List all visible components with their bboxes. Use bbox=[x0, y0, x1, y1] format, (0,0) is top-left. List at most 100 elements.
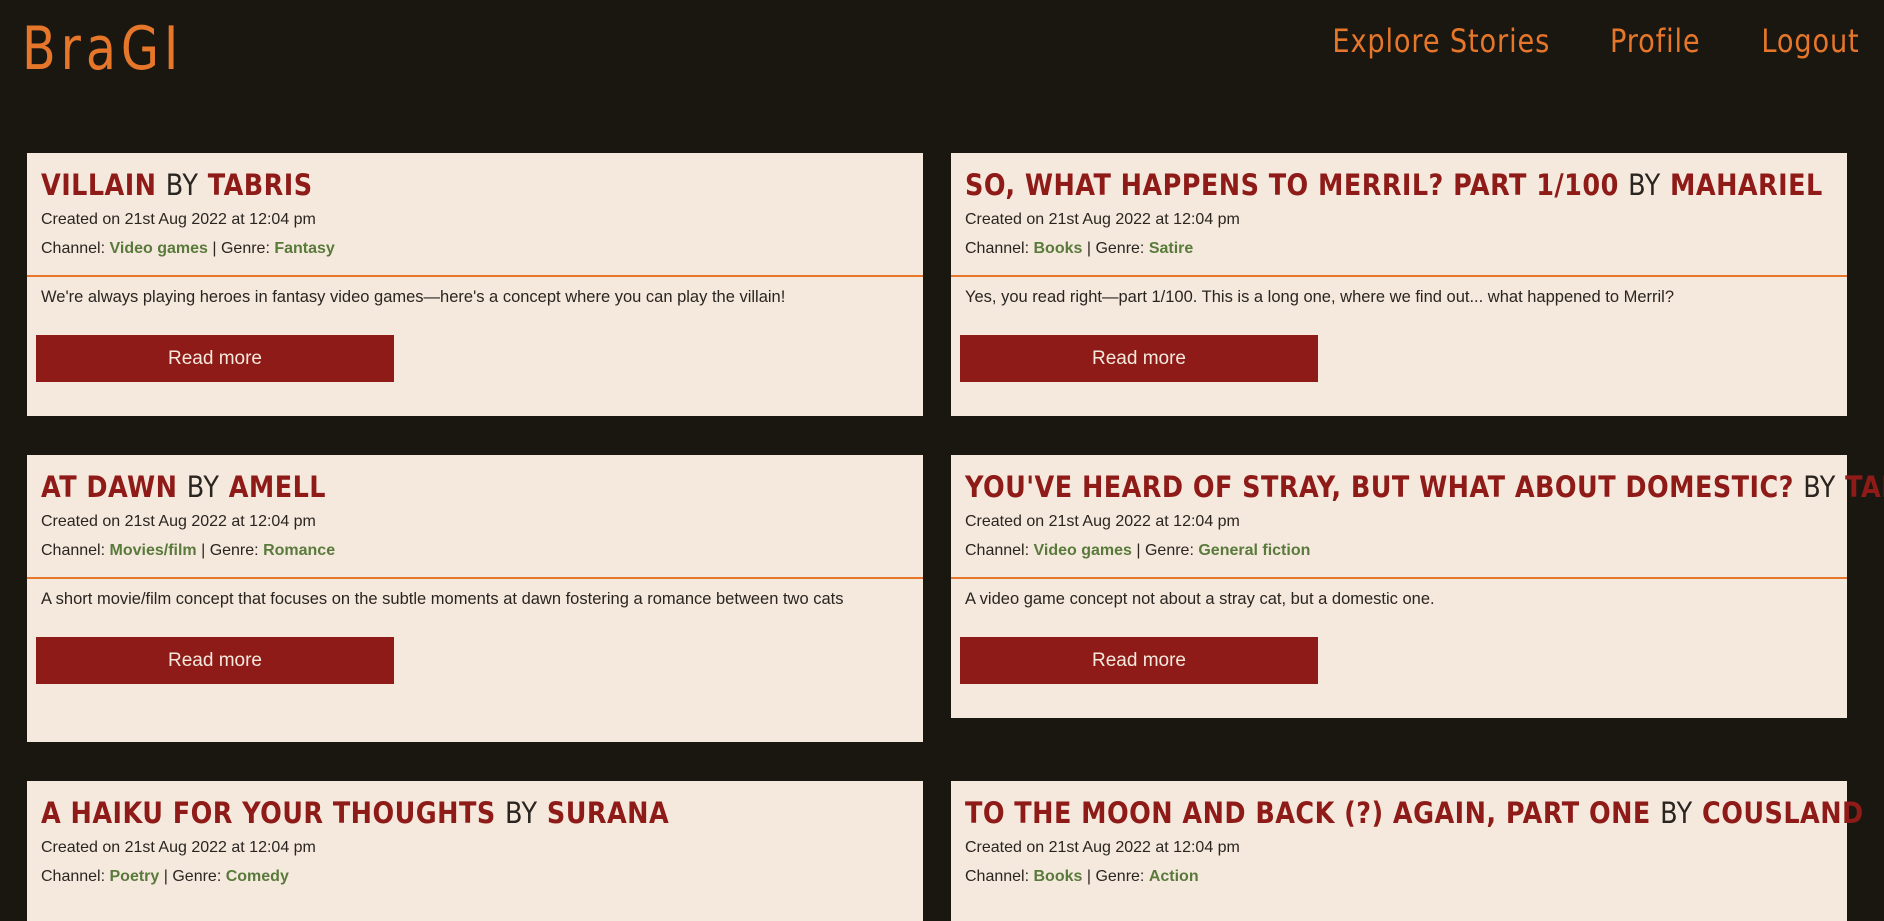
genre-prefix: Genre: bbox=[220, 240, 270, 257]
read-more-button[interactable]: Read more bbox=[36, 637, 394, 684]
channel-prefix: Channel: bbox=[965, 240, 1030, 257]
genre-prefix: Genre: bbox=[1095, 868, 1145, 885]
channel-prefix: Channel: bbox=[41, 868, 106, 885]
story-title-text: AT DAWN bbox=[41, 470, 178, 504]
channel-genre: Channel: Books | Genre: Action bbox=[965, 868, 1199, 885]
story-title-text: VILLAIN bbox=[41, 168, 157, 202]
channel-prefix: Channel: bbox=[965, 868, 1030, 885]
story-card: YOU'VE HEARD OF STRAY, BUT WHAT ABOUT DO… bbox=[951, 455, 1884, 718]
channel-link[interactable]: Books bbox=[1034, 240, 1083, 257]
story-author[interactable]: TABRIS bbox=[208, 168, 313, 202]
channel-genre: Channel: Movies/film | Genre: Romance bbox=[41, 542, 336, 559]
created-value: 21st Aug 2022 at 12:04 pm bbox=[1048, 839, 1240, 856]
story-card-header: AT DAWN BY AMELL Created on 21st Aug 202… bbox=[27, 455, 923, 579]
by-label: BY bbox=[165, 168, 199, 202]
genre-link[interactable]: Fantasy bbox=[274, 240, 334, 257]
story-card-header: A HAIKU FOR YOUR THOUGHTS BY SURANA Crea… bbox=[27, 781, 923, 903]
story-card-header: YOU'VE HEARD OF STRAY, BUT WHAT ABOUT DO… bbox=[951, 455, 1884, 579]
channel-link[interactable]: Movies/film bbox=[110, 542, 197, 559]
story-card-body: Yes, you read right—part 1/100. This is … bbox=[951, 277, 1847, 392]
channel-link[interactable]: Video games bbox=[110, 240, 208, 257]
nav-explore-stories[interactable]: Explore Stories bbox=[1332, 22, 1550, 60]
channel-link[interactable]: Video games bbox=[1034, 542, 1132, 559]
story-card-body: A short movie/film concept that focuses … bbox=[27, 579, 923, 694]
created-date: Created on 21st Aug 2022 at 12:04 pm bbox=[965, 205, 1833, 234]
story-card-body: We're always playing heroes in fantasy v… bbox=[27, 277, 923, 392]
story-title[interactable]: YOU'VE HEARD OF STRAY, BUT WHAT ABOUT DO… bbox=[965, 467, 1884, 507]
channel-genre: Channel: Poetry | Genre: Comedy bbox=[41, 868, 289, 885]
channel-genre: Channel: Books | Genre: Satire bbox=[965, 240, 1194, 257]
story-card-header: VILLAIN BY TABRIS Created on 21st Aug 20… bbox=[27, 153, 923, 277]
created-value: 21st Aug 2022 at 12:04 pm bbox=[124, 513, 316, 530]
created-date: Created on 21st Aug 2022 at 12:04 pm bbox=[41, 833, 909, 862]
genre-prefix: Genre: bbox=[1095, 240, 1145, 257]
story-title[interactable]: VILLAIN BY TABRIS bbox=[41, 165, 805, 205]
story-title-text: YOU'VE HEARD OF STRAY, BUT WHAT ABOUT DO… bbox=[965, 470, 1794, 504]
by-label: BY bbox=[186, 470, 220, 504]
story-description: Yes, you read right—part 1/100. This is … bbox=[965, 288, 1675, 306]
created-prefix: Created on bbox=[965, 513, 1045, 530]
story-card-header: SO, WHAT HAPPENS TO MERRIL? PART 1/100 B… bbox=[951, 153, 1847, 277]
story-description: A video game concept not about a stray c… bbox=[965, 590, 1435, 608]
genre-link[interactable]: Romance bbox=[263, 542, 335, 559]
created-date: Created on 21st Aug 2022 at 12:04 pm bbox=[41, 507, 909, 536]
created-value: 21st Aug 2022 at 12:04 pm bbox=[1048, 513, 1240, 530]
story-title[interactable]: AT DAWN BY AMELL bbox=[41, 467, 805, 507]
story-title[interactable]: SO, WHAT HAPPENS TO MERRIL? PART 1/100 B… bbox=[965, 165, 1822, 205]
by-label: BY bbox=[1628, 168, 1661, 202]
genre-prefix: Genre: bbox=[172, 868, 222, 885]
by-label: BY bbox=[1803, 470, 1836, 504]
by-label: BY bbox=[504, 796, 538, 830]
story-card: SO, WHAT HAPPENS TO MERRIL? PART 1/100 B… bbox=[951, 153, 1847, 416]
genre-link[interactable]: Action bbox=[1149, 868, 1199, 885]
story-card: TO THE MOON AND BACK (?) AGAIN, PART ONE… bbox=[951, 781, 1863, 921]
channel-link[interactable]: Books bbox=[1034, 868, 1083, 885]
story-card: VILLAIN BY TABRIS Created on 21st Aug 20… bbox=[27, 153, 923, 416]
created-prefix: Created on bbox=[965, 211, 1045, 228]
channel-link[interactable]: Poetry bbox=[110, 868, 160, 885]
channel-prefix: Channel: bbox=[41, 542, 106, 559]
genre-link[interactable]: General fiction bbox=[1198, 542, 1310, 559]
logo[interactable]: BraGI bbox=[22, 14, 183, 84]
created-prefix: Created on bbox=[41, 211, 121, 228]
created-value: 21st Aug 2022 at 12:04 pm bbox=[124, 211, 316, 228]
story-card: AT DAWN BY AMELL Created on 21st Aug 202… bbox=[27, 455, 923, 742]
story-author[interactable]: TABRIS bbox=[1845, 470, 1884, 504]
story-author[interactable]: COUSLAND bbox=[1702, 796, 1864, 830]
story-card-header: TO THE MOON AND BACK (?) AGAIN, PART ONE… bbox=[951, 781, 1863, 903]
story-card: A HAIKU FOR YOUR THOUGHTS BY SURANA Crea… bbox=[27, 781, 923, 921]
created-date: Created on 21st Aug 2022 at 12:04 pm bbox=[965, 507, 1833, 536]
story-author[interactable]: SURANA bbox=[547, 796, 669, 830]
genre-prefix: Genre: bbox=[209, 542, 259, 559]
story-card-body: A video game concept not about a stray c… bbox=[951, 579, 1847, 694]
read-more-button[interactable]: Read more bbox=[960, 335, 1318, 382]
channel-genre: Channel: Video games | Genre: Fantasy bbox=[41, 240, 335, 257]
story-title-text: TO THE MOON AND BACK (?) AGAIN, PART ONE bbox=[965, 796, 1651, 830]
story-title[interactable]: A HAIKU FOR YOUR THOUGHTS BY SURANA bbox=[41, 793, 805, 833]
created-value: 21st Aug 2022 at 12:04 pm bbox=[124, 839, 316, 856]
navbar: BraGI Explore Stories Profile Logout bbox=[0, 0, 1884, 100]
story-title-text: A HAIKU FOR YOUR THOUGHTS bbox=[41, 796, 496, 830]
genre-link[interactable]: Comedy bbox=[226, 868, 289, 885]
channel-prefix: Channel: bbox=[41, 240, 106, 257]
created-prefix: Created on bbox=[965, 839, 1045, 856]
story-title-text: SO, WHAT HAPPENS TO MERRIL? PART 1/100 bbox=[965, 168, 1619, 202]
story-title[interactable]: TO THE MOON AND BACK (?) AGAIN, PART ONE… bbox=[965, 793, 1863, 833]
channel-genre: Channel: Video games | Genre: General fi… bbox=[965, 542, 1311, 559]
created-value: 21st Aug 2022 at 12:04 pm bbox=[1048, 211, 1240, 228]
nav-profile[interactable]: Profile bbox=[1610, 22, 1701, 60]
story-description: A short movie/film concept that focuses … bbox=[41, 590, 844, 608]
genre-prefix: Genre: bbox=[1144, 542, 1194, 559]
created-date: Created on 21st Aug 2022 at 12:04 pm bbox=[41, 205, 909, 234]
read-more-button[interactable]: Read more bbox=[36, 335, 394, 382]
created-prefix: Created on bbox=[41, 839, 121, 856]
created-date: Created on 21st Aug 2022 at 12:04 pm bbox=[965, 833, 1833, 862]
channel-prefix: Channel: bbox=[965, 542, 1030, 559]
read-more-button[interactable]: Read more bbox=[960, 637, 1318, 684]
by-label: BY bbox=[1660, 796, 1693, 830]
genre-link[interactable]: Satire bbox=[1149, 240, 1193, 257]
story-author[interactable]: AMELL bbox=[229, 470, 326, 504]
nav-logout[interactable]: Logout bbox=[1762, 22, 1860, 60]
story-author[interactable]: MAHARIEL bbox=[1670, 168, 1823, 202]
created-prefix: Created on bbox=[41, 513, 121, 530]
